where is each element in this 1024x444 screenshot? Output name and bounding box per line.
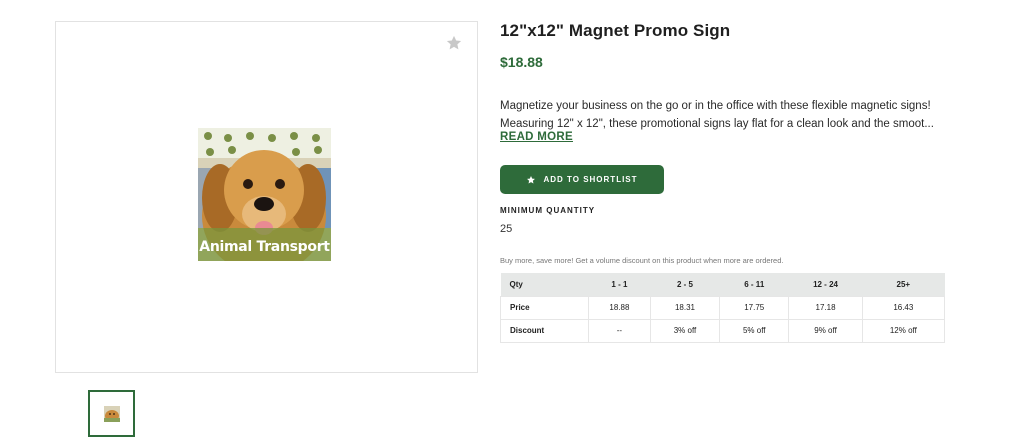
table-cell: 17.18: [788, 296, 863, 320]
table-cell: 17.75: [719, 296, 790, 320]
read-more-link[interactable]: READ MORE: [500, 131, 573, 143]
minimum-quantity-value: 25: [500, 223, 513, 235]
product-description: Magnetize your business on the go or in …: [500, 97, 945, 133]
table-header-cell: Qty: [500, 273, 589, 297]
product-thumbnail[interactable]: [88, 390, 135, 437]
table-header-row: Qty 1 - 1 2 - 5 6 - 11 12 - 24 25+: [500, 273, 945, 297]
star-icon: [527, 175, 536, 184]
table-row: Price 18.88 18.31 17.75 17.18 16.43: [500, 296, 946, 320]
table-cell: 9% off: [788, 319, 863, 343]
table-row: Discount -- 3% off 5% off 9% off 12% off: [500, 319, 946, 343]
table-cell: 3% off: [650, 319, 721, 343]
description-line: Magnetize your business on the go or in …: [500, 100, 931, 112]
table-cell: 16.43: [862, 296, 946, 320]
product-price: $18.88: [500, 54, 543, 70]
table-cell: Price: [500, 296, 589, 320]
table-cell: 5% off: [719, 319, 790, 343]
table-header-cell: 12 - 24: [788, 273, 863, 297]
favorite-star-icon[interactable]: [445, 34, 463, 52]
add-to-shortlist-button[interactable]: ADD TO SHORTLIST: [500, 165, 664, 194]
product-image: Animal Transport: [198, 128, 331, 261]
product-image-panel: Animal Transport: [55, 21, 478, 373]
table-header-cell: 1 - 1: [588, 273, 651, 297]
product-title: 12"x12" Magnet Promo Sign: [500, 21, 731, 40]
table-header-cell: 25+: [862, 273, 945, 297]
shortlist-button-label: ADD TO SHORTLIST: [543, 175, 638, 184]
volume-discount-note: Buy more, save more! Get a volume discou…: [500, 256, 784, 265]
table-header-cell: 2 - 5: [650, 273, 720, 297]
table-cell: Discount: [500, 319, 589, 343]
table-cell: 18.88: [588, 296, 651, 320]
volume-pricing-table: Qty 1 - 1 2 - 5 6 - 11 12 - 24 25+ Price…: [500, 273, 946, 343]
table-header-cell: 6 - 11: [719, 273, 789, 297]
image-caption: Animal Transport: [199, 239, 330, 255]
table-cell: 18.31: [650, 296, 721, 320]
thumbnail-image: [104, 406, 120, 422]
table-cell: --: [588, 319, 651, 343]
minimum-quantity-label: MINIMUM QUANTITY: [500, 206, 596, 215]
table-cell: 12% off: [862, 319, 946, 343]
